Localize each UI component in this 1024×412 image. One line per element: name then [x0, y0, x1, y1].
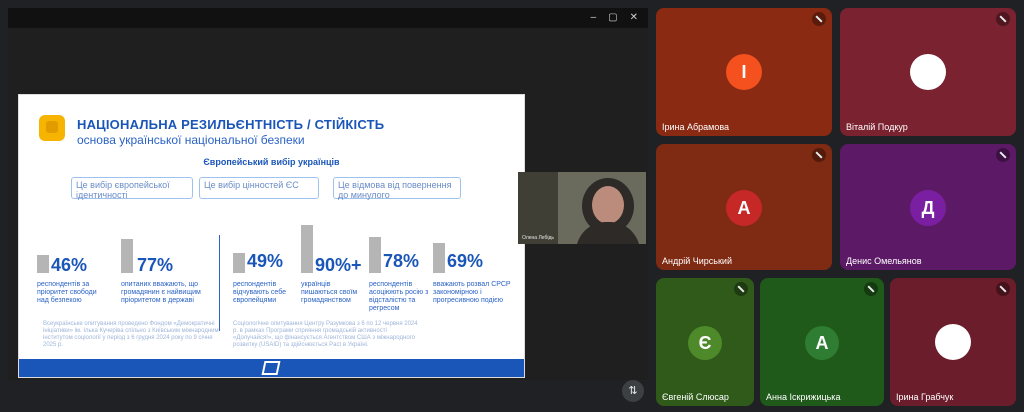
mic-off-icon: [996, 148, 1010, 162]
avatar: Є: [688, 326, 722, 360]
mic-off-icon: [996, 12, 1010, 26]
stat-bar: [121, 239, 133, 273]
participant-tile[interactable]: Д Денис Омельянов: [840, 144, 1016, 270]
stage-topbar: – ▢ ✕: [8, 8, 648, 28]
presentation-stage: НАЦІОНАЛЬНА РЕЗИЛЬЄНТНІСТЬ / СТІЙКІСТЬ о…: [8, 28, 648, 380]
participant-name: Андрій Чирський: [662, 256, 732, 266]
bookshelf: [518, 172, 558, 244]
swap-icon: ⇅: [628, 385, 638, 397]
avatar: І: [726, 54, 762, 90]
avatar: А: [805, 326, 839, 360]
participant-tile[interactable]: Є Євгеній Слюсар: [656, 278, 754, 406]
slide-footer: [19, 359, 524, 377]
participant-name: Ірина Абрамова: [662, 122, 730, 132]
stat-label: вважають розвал СРСР закономірною і прог…: [433, 281, 511, 304]
slide-divider: [219, 235, 220, 331]
stat-label: респондентів відчувають себе європейцями: [233, 281, 287, 304]
presenter-face: [592, 186, 624, 224]
participant-name: Ірина Грабчук: [896, 392, 954, 402]
slide-subtitle: основа української національної безпеки: [77, 133, 305, 147]
presenter-video[interactable]: Олена Лебідь: [518, 172, 646, 244]
participant-tile[interactable]: А Андрій Чирський: [656, 144, 832, 270]
stat-bar: [301, 225, 313, 273]
mic-off-icon: [812, 148, 826, 162]
mic-off-icon: [734, 282, 748, 296]
close-icon[interactable]: ✕: [630, 12, 638, 23]
window-controls: – ▢ ✕: [591, 12, 638, 23]
stat-label: респондентів асоціюють росію з відсталіс…: [369, 281, 429, 312]
slide-pill: Це вибір цінностей ЄС: [199, 177, 319, 199]
stat-value: 69%: [447, 251, 484, 271]
stat-value: 90%+: [315, 255, 362, 275]
slide-section-title: Європейський вибір українців: [203, 157, 340, 167]
participant-tile[interactable]: А Анна Іскрижицька: [760, 278, 884, 406]
stat-bar: [433, 243, 445, 273]
participant-tile[interactable]: Віталій Подкур: [840, 8, 1016, 136]
minimize-icon[interactable]: –: [591, 12, 597, 23]
restore-icon[interactable]: ▢: [608, 12, 617, 23]
stat-bar: [37, 255, 49, 273]
participant-name: Денис Омельянов: [846, 256, 922, 266]
avatar: [935, 324, 971, 360]
avatar: А: [726, 190, 762, 226]
mic-off-icon: [996, 282, 1010, 296]
stat-bar: [369, 237, 381, 273]
fist-icon: [39, 115, 65, 141]
participant-name: Євгеній Слюсар: [662, 392, 729, 402]
stat-value: 78%: [383, 251, 420, 271]
avatar: Д: [910, 190, 946, 226]
slide-title: НАЦІОНАЛЬНА РЕЗИЛЬЄНТНІСТЬ / СТІЙКІСТЬ: [77, 117, 385, 132]
participant-name: Анна Іскрижицька: [766, 392, 841, 402]
presentation-slide: НАЦІОНАЛЬНА РЕЗИЛЬЄНТНІСТЬ / СТІЙКІСТЬ о…: [18, 94, 525, 378]
participant-tile[interactable]: І Ірина Абрамова: [656, 8, 832, 136]
stat-label: українців пишаються своїм громадянством: [301, 281, 358, 304]
mic-off-icon: [812, 12, 826, 26]
stat-bar: [233, 253, 245, 273]
slide-pill: Це вибір європейської ідентичності: [71, 177, 193, 200]
presenter-body: [576, 222, 640, 244]
slide-source-note: Всеукраїнське опитування проведено Фондо…: [43, 321, 219, 348]
stat-value: 49%: [247, 251, 284, 271]
stat-value: 46%: [51, 255, 88, 275]
slide-pill: Це відмова від повернення до минулого: [333, 177, 461, 200]
stat-label: опитаних вважають, що громадянин є найви…: [121, 281, 201, 304]
presenter-name: Олена Лебідь: [522, 235, 554, 241]
stat-value: 77%: [137, 255, 174, 275]
mic-off-icon: [864, 282, 878, 296]
avatar: [910, 54, 946, 90]
participant-tile[interactable]: Ірина Грабчук: [890, 278, 1016, 406]
swap-button[interactable]: ⇅: [622, 380, 644, 402]
slide-source-note: Соціологічне опитування Центру Разумкова…: [233, 321, 418, 348]
stat-label: респондентів за пріоритет свободи над бе…: [37, 281, 97, 304]
participant-name: Віталій Подкур: [846, 122, 908, 132]
logo-icon: [261, 361, 281, 375]
